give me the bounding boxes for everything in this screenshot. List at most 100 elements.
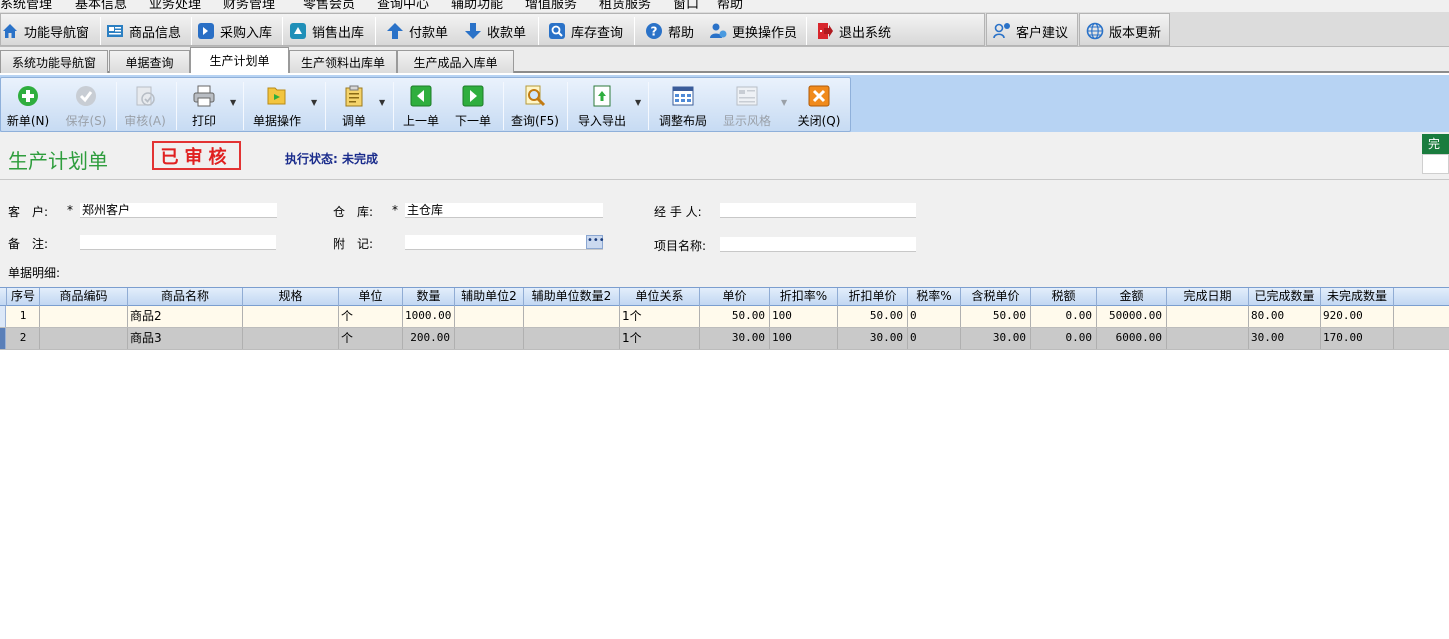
- import-export-dropdown-icon[interactable]: ▼: [635, 98, 641, 107]
- payment-button[interactable]: 付款单: [386, 19, 448, 43]
- cell-aux-unit[interactable]: [455, 328, 524, 349]
- cell-aux-unit[interactable]: [455, 306, 524, 327]
- goods-info-button[interactable]: 商品信息: [106, 19, 181, 43]
- cell-tax-rate[interactable]: 0: [908, 328, 961, 349]
- cell-price[interactable]: 50.00: [700, 306, 770, 327]
- tab-doc-query[interactable]: 单据查询: [109, 50, 190, 73]
- menu-retail-member[interactable]: 零售会员: [303, 0, 355, 12]
- print-button[interactable]: 打印: [181, 83, 227, 131]
- cell-unit[interactable]: 个: [339, 306, 403, 327]
- receipt-button[interactable]: 收款单: [464, 19, 526, 43]
- warehouse-field[interactable]: 主仓库: [405, 202, 603, 218]
- prev-doc-button[interactable]: 上一单: [398, 83, 444, 131]
- cell-tax-price[interactable]: 30.00: [961, 328, 1031, 349]
- cell-amount[interactable]: 50000.00: [1097, 306, 1167, 327]
- cell-uncompleted-qty[interactable]: 920.00: [1321, 306, 1394, 327]
- feedback-button[interactable]: 客户建议: [993, 19, 1068, 43]
- customer-field[interactable]: 郑州客户: [80, 202, 277, 218]
- menu-aux[interactable]: 辅助功能: [451, 0, 503, 12]
- header-uncompleted-qty[interactable]: 未完成数量: [1321, 288, 1394, 306]
- cell-tax-amount[interactable]: 0.00: [1031, 328, 1097, 349]
- print-dropdown-icon[interactable]: ▼: [230, 98, 236, 107]
- header-price[interactable]: 单价: [700, 288, 770, 306]
- cell-complete-date[interactable]: [1167, 306, 1249, 327]
- cell-name[interactable]: 商品3: [128, 328, 243, 349]
- cell-amount[interactable]: 6000.00: [1097, 328, 1167, 349]
- cell-completed-qty[interactable]: 80.00: [1249, 306, 1321, 327]
- row-indicator[interactable]: [0, 306, 6, 327]
- tab-finished-goods-in[interactable]: 生产成品入库单: [397, 50, 514, 73]
- doc-ops-button[interactable]: 单据操作: [249, 83, 305, 131]
- cell-completed-qty[interactable]: 30.00: [1249, 328, 1321, 349]
- cell-unit-relation[interactable]: 1个: [620, 306, 700, 327]
- header-code[interactable]: 商品编码: [40, 288, 128, 306]
- cell-discount-price[interactable]: 50.00: [838, 306, 908, 327]
- menu-finance[interactable]: 财务管理: [223, 0, 275, 12]
- sales-out-button[interactable]: 销售出库: [289, 19, 364, 43]
- cell-unit[interactable]: 个: [339, 328, 403, 349]
- cell-aux-qty[interactable]: [524, 306, 620, 327]
- handler-field[interactable]: [720, 202, 916, 218]
- cell-aux-qty[interactable]: [524, 328, 620, 349]
- display-style-button[interactable]: 显示风格: [717, 83, 777, 131]
- menu-system[interactable]: 系统管理: [0, 0, 52, 12]
- cell-spec[interactable]: [243, 306, 339, 327]
- header-amount[interactable]: 金额: [1097, 288, 1167, 306]
- tab-material-issue[interactable]: 生产领料出库单: [289, 50, 397, 73]
- complete-box[interactable]: [1422, 154, 1449, 174]
- audit-button[interactable]: 审核(A): [119, 83, 171, 131]
- header-unit-relation[interactable]: 单位关系: [620, 288, 700, 306]
- cell-tax-rate[interactable]: 0: [908, 306, 961, 327]
- query-button[interactable]: 查询(F5): [508, 83, 562, 131]
- stock-query-button[interactable]: 库存查询: [548, 19, 623, 43]
- cell-name[interactable]: 商品2: [128, 306, 243, 327]
- cell-qty[interactable]: 200.00: [403, 328, 455, 349]
- table-row[interactable]: 1 商品2 个 1000.00 1个 50.00 100 50.00 0 50.…: [0, 306, 1449, 328]
- display-style-dropdown-icon[interactable]: ▼: [781, 98, 787, 107]
- header-tax-amount[interactable]: 税额: [1031, 288, 1097, 306]
- remark-field[interactable]: [80, 234, 276, 250]
- header-complete-date[interactable]: 完成日期: [1167, 288, 1249, 306]
- header-discount-rate[interactable]: 折扣率%: [770, 288, 838, 306]
- menu-basic-info[interactable]: 基本信息: [75, 0, 127, 12]
- cell-spec[interactable]: [243, 328, 339, 349]
- save-button[interactable]: 保存(S): [61, 83, 111, 131]
- cell-discount-price[interactable]: 30.00: [838, 328, 908, 349]
- import-export-button[interactable]: 导入导出: [573, 83, 631, 131]
- header-spec[interactable]: 规格: [243, 288, 339, 306]
- help-button[interactable]: ? 帮助: [645, 19, 694, 43]
- cell-seq[interactable]: 1: [7, 306, 40, 327]
- switch-operator-button[interactable]: 更换操作员: [709, 19, 797, 43]
- cell-qty[interactable]: 1000.00: [403, 306, 455, 327]
- exit-system-button[interactable]: 退出系统: [816, 19, 891, 43]
- row-indicator[interactable]: [0, 328, 6, 349]
- doc-ops-dropdown-icon[interactable]: ▼: [311, 98, 317, 107]
- menu-window[interactable]: 窗口: [673, 0, 699, 12]
- cell-tax-price[interactable]: 50.00: [961, 306, 1031, 327]
- nav-window-button[interactable]: 功能导航窗: [1, 19, 89, 43]
- cell-code[interactable]: [40, 328, 128, 349]
- menu-business[interactable]: 业务处理: [149, 0, 201, 12]
- purchase-in-button[interactable]: 采购入库: [197, 19, 272, 43]
- cell-code[interactable]: [40, 306, 128, 327]
- close-button[interactable]: 关闭(Q): [795, 83, 843, 131]
- cell-price[interactable]: 30.00: [700, 328, 770, 349]
- header-seq[interactable]: 序号: [7, 288, 40, 306]
- cell-complete-date[interactable]: [1167, 328, 1249, 349]
- header-aux-unit[interactable]: 辅助单位2: [455, 288, 524, 306]
- note-ellipsis-button[interactable]: •••: [586, 235, 605, 249]
- menu-help[interactable]: 帮助: [717, 0, 743, 12]
- header-discount-price[interactable]: 折扣单价: [838, 288, 908, 306]
- adjust-layout-button[interactable]: 调整布局: [654, 83, 712, 131]
- cell-seq[interactable]: 2: [7, 328, 40, 349]
- tab-system-nav[interactable]: 系统功能导航窗: [0, 50, 108, 73]
- menu-value-added[interactable]: 增值服务: [525, 0, 577, 12]
- header-unit[interactable]: 单位: [339, 288, 403, 306]
- call-doc-dropdown-icon[interactable]: ▼: [379, 98, 385, 107]
- new-button[interactable]: 新单(N): [4, 83, 52, 131]
- menu-query-center[interactable]: 查询中心: [377, 0, 429, 12]
- menu-lease[interactable]: 租赁服务: [599, 0, 651, 12]
- header-completed-qty[interactable]: 已完成数量: [1249, 288, 1321, 306]
- header-qty[interactable]: 数量: [403, 288, 455, 306]
- header-tax-price[interactable]: 含税单价: [961, 288, 1031, 306]
